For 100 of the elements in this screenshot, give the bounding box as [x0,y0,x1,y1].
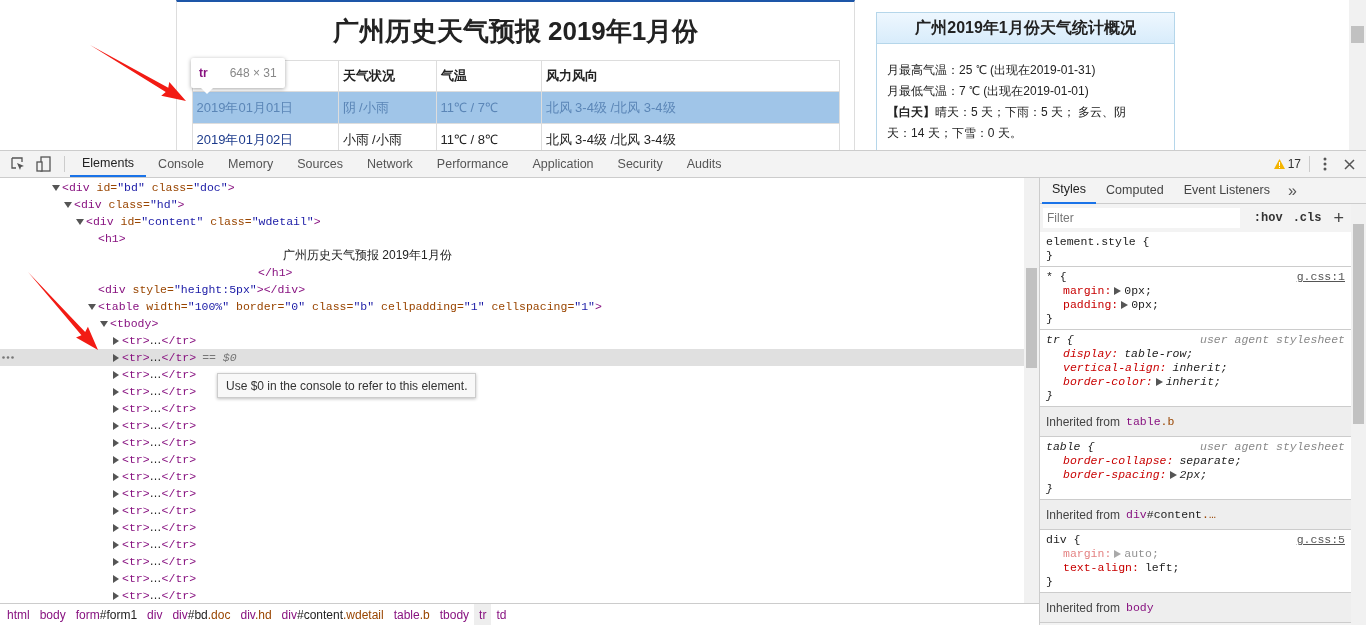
devtools-tab[interactable]: Application [520,151,606,177]
dom-tree-row[interactable]: <tr>…</tr> [112,519,197,536]
page-scrollbar[interactable] [1349,0,1366,150]
collapsed-triangle-icon[interactable] [112,336,120,345]
more-options-icon[interactable] [1323,157,1327,171]
styles-tab[interactable]: Styles [1042,177,1097,204]
collapsed-triangle-icon[interactable] [112,455,120,464]
styles-tab[interactable]: Event Listeners [1173,177,1280,204]
collapsed-triangle-icon[interactable] [112,387,120,396]
inspect-icon[interactable] [10,156,26,172]
rule-source[interactable]: g.css:1 [1296,270,1345,284]
new-rule-button[interactable]: + [1333,209,1344,227]
dom-node-markup: </h1> [258,264,293,281]
devtools-tab[interactable]: Console [146,151,216,177]
breadcrumb-item[interactable]: body [34,604,71,625]
dom-node-markup: <h1> [98,230,126,247]
dom-tree-row[interactable]: <tr>…</tr> [112,400,197,417]
dom-tree-row[interactable]: <tr>…</tr> [112,434,197,451]
collapsed-triangle-icon[interactable] [112,472,120,481]
breadcrumb-item[interactable]: td [491,604,512,625]
inherited-source[interactable]: table.b [1126,412,1175,431]
more-tabs-button[interactable]: » [1279,178,1305,203]
more-dots-icon[interactable] [2,356,14,359]
dom-node-markup: <tr>…</tr> [122,417,197,435]
expand-triangle-icon[interactable] [1155,378,1163,386]
collapsed-triangle-icon[interactable] [112,574,120,583]
style-declaration[interactable]: vertical-align: inherit; [1063,361,1228,375]
breadcrumb-item[interactable]: div [142,604,168,625]
device-toolbar-icon[interactable] [36,156,52,172]
rule-close-brace: } [1046,482,1054,496]
breadcrumb-item[interactable]: form#form1 [70,604,143,625]
hover-state-toggle[interactable]: :hov [1253,209,1283,227]
breadcrumb-item[interactable]: html [2,604,35,625]
devtools-tab[interactable]: Audits [674,151,734,177]
style-declaration[interactable]: margin: 0px; [1063,284,1152,298]
breadcrumb-item[interactable]: tbody [434,604,475,625]
collapsed-triangle-icon[interactable] [112,591,120,600]
breadcrumb-item[interactable]: table.b [388,604,435,625]
close-icon[interactable] [1344,158,1355,170]
style-declaration[interactable]: text-align: left; [1063,561,1180,575]
dom-tree-row[interactable]: <h1> [88,230,126,247]
devtools-tab[interactable]: Elements [70,151,147,177]
expanded-triangle-icon[interactable] [64,200,72,209]
collapsed-triangle-icon[interactable] [112,489,120,498]
dom-tree-row[interactable]: <tr>…</tr> [112,536,197,553]
devtools-tab[interactable]: Sources [285,151,355,177]
dom-tree-row[interactable]: <tr>…</tr> [112,332,197,349]
warning-count[interactable]: 17 [1273,155,1301,173]
dom-tree-row[interactable]: <tbody> [100,315,159,332]
dom-tree-row[interactable]: <tr>…</tr> [112,502,197,519]
dom-node-markup: <tr>…</tr> [122,519,197,537]
dom-scrollbar[interactable] [1024,178,1039,603]
collapsed-triangle-icon[interactable] [112,506,120,515]
style-declaration[interactable]: border-collapse: separate; [1063,454,1242,468]
collapsed-triangle-icon[interactable] [112,557,120,566]
collapsed-triangle-icon[interactable] [112,370,120,379]
dom-tree-row[interactable]: <tr>…</tr> [112,553,197,570]
dom-tree-row[interactable]: <tr>…</tr> [112,366,197,383]
style-declaration[interactable]: border-spacing: 2px; [1063,468,1208,482]
collapsed-triangle-icon[interactable] [112,540,120,549]
breadcrumb-item[interactable]: div#bd.doc [167,604,236,625]
class-toggle[interactable]: .cls [1292,209,1322,227]
table-cell-text: 北风 3-4级 /北风 3-4级 [544,98,677,117]
devtools-tab[interactable]: Network [355,151,425,177]
dom-tree-row[interactable]: <tr>…</tr> [112,417,197,434]
dom-tree-row[interactable]: <tr>…</tr> [112,451,197,468]
expanded-triangle-icon[interactable] [76,217,84,226]
table-cell: 2019年01月01日 [192,92,339,123]
expand-triangle-icon[interactable] [1169,471,1177,479]
collapsed-triangle-icon[interactable] [112,438,120,447]
style-declaration[interactable]: display: table-row; [1063,347,1194,361]
collapsed-triangle-icon[interactable] [112,523,120,532]
dom-tree-row[interactable]: <tr>…</tr> == $0 [112,349,237,366]
dom-tree-row[interactable]: </h1> [248,264,293,281]
styles-tab[interactable]: Computed [1096,177,1174,204]
expanded-triangle-icon[interactable] [52,183,60,192]
expanded-triangle-icon[interactable] [88,302,96,311]
breadcrumb-item[interactable]: div#content.wdetail [276,604,389,625]
collapsed-triangle-icon[interactable] [112,353,120,362]
devtools-tab[interactable]: Performance [424,151,521,177]
breadcrumb-item[interactable]: div.hd [235,604,277,625]
inherited-source[interactable]: body [1126,598,1154,617]
rule-source[interactable]: g.css:5 [1296,533,1345,547]
dom-node-markup: <tr>…</tr> [122,485,197,503]
devtools-tab[interactable]: Memory [216,151,286,177]
style-declaration[interactable]: border-color: inherit; [1063,375,1221,389]
devtools-tab[interactable]: Security [605,151,675,177]
breadcrumb-item[interactable]: tr [474,604,492,625]
expanded-triangle-icon[interactable] [100,319,108,328]
dom-tree-row[interactable]: <tr>…</tr> [112,485,197,502]
collapsed-triangle-icon[interactable] [112,421,120,430]
inherited-source[interactable]: div#content.… [1126,505,1216,524]
collapsed-triangle-icon[interactable] [112,404,120,413]
summary-line: 月最低气温：7 ℃ (出现在2019-01-01) [887,83,1090,100]
filter-field[interactable]: Filter [1043,208,1240,228]
dom-tree-row[interactable]: <tr>…</tr> [112,383,197,400]
style-declaration[interactable]: padding: 0px; [1063,298,1159,312]
dom-tree-row[interactable]: <tr>…</tr> [112,570,197,587]
dom-tree-row[interactable]: <tr>…</tr> [112,468,197,485]
summary-line: 【白天】晴天：5 天；下雨：5 天； 多云、阴天：14 天；下雪：0 天。 [887,104,1128,142]
